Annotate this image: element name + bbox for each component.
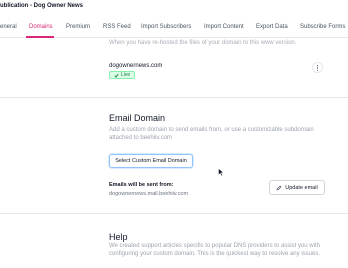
app-header: ublication - Dog Owner News (0, 0, 348, 14)
tab-premium[interactable]: Premium (66, 24, 90, 30)
help-title: Help (109, 232, 128, 242)
active-tab-indicator (26, 36, 54, 38)
select-custom-email-domain-button[interactable]: Select Custom Email Domain (109, 154, 193, 168)
section-divider (0, 213, 348, 214)
tab-general[interactable]: eneral (0, 24, 17, 30)
faded-help-text: When you have re-hosted the files of you… (109, 40, 297, 46)
emails-sent-from-label: Emails will be sent from: (109, 182, 174, 188)
status-badge-label: Live (121, 72, 131, 78)
tab-import-subscribers[interactable]: Import Subscribers (141, 24, 191, 30)
settings-tabs: eneral Domains Premium RSS Feed Import S… (0, 18, 348, 38)
tab-export-data[interactable]: Export Data (256, 24, 288, 30)
tab-subscribe-forms[interactable]: Subscribe Forms (300, 24, 345, 30)
web-domain-url: dogownernews.com (109, 63, 163, 69)
tab-import-content[interactable]: Import Content (204, 24, 244, 30)
help-description: We created support articles specific to … (109, 243, 320, 257)
pencil-icon (276, 185, 282, 190)
check-icon (114, 73, 119, 78)
more-options-icon[interactable] (312, 62, 323, 73)
mouse-cursor-icon (218, 168, 224, 177)
email-domain-description: Add a custom domain to send emails from,… (109, 127, 314, 141)
publication-title: ublication - Dog Owner News (0, 3, 84, 9)
email-domain-title: Email Domain (109, 113, 166, 123)
update-email-button[interactable]: Update email (269, 180, 325, 195)
web-domain-section: When you have re-hosted the files of you… (0, 39, 348, 97)
update-email-label: Update email (285, 184, 318, 191)
status-badge: Live (109, 71, 136, 79)
tab-domains[interactable]: Domains (29, 24, 53, 30)
tab-rss-feed[interactable]: RSS Feed (103, 24, 131, 30)
emails-sent-from-value: dogownernews.mail.beehiiv.com (109, 191, 189, 197)
section-divider (0, 97, 348, 98)
